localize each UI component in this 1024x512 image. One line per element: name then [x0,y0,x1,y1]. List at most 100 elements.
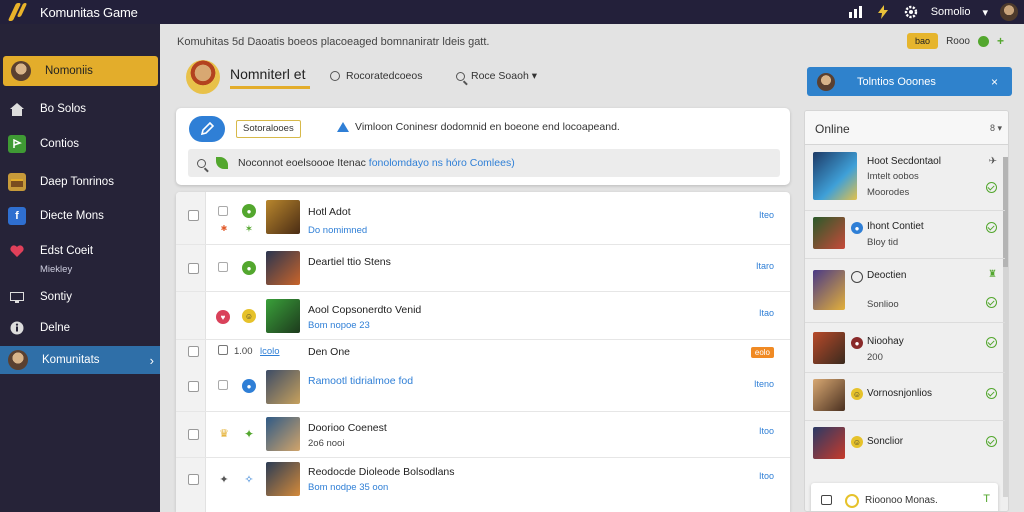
notification-banner[interactable]: Tolntios Ooones × [807,67,1012,96]
notice: Vimloon Coninesr dodomnid en boeone end … [336,121,620,133]
list-item[interactable]: ● Deartiel ttio Stens Itaro [176,245,790,292]
row-checkbox[interactable] [188,474,199,485]
game-icon[interactable]: ♜ [988,269,997,280]
list-item[interactable]: ♛ ✦ Doorioo Coenest 2o6 nooi Itoo [176,412,790,458]
brand[interactable]: Komunitas Game [8,2,138,22]
sidebar-item-edst-coeit[interactable]: Edst Coeit [0,236,160,266]
sidebar-item-daep-tonrinos[interactable]: Daep Tonrinos [0,167,160,197]
user-thumbnail [813,379,845,411]
subscribe-button[interactable]: Sotoralooes [236,120,301,138]
pin-icon: ✦ [219,473,229,486]
sidebar-item-label: Contios [40,138,79,150]
search-icon [456,71,465,81]
online-user[interactable]: ● Ihont Contiet Bloy tid [805,211,1005,259]
sprout-icon: ✦ [243,427,255,441]
group-count: 1.00 [234,346,253,357]
online-panel: Online 8 ▾ Hoot Secdontaol Imtelt oobos … [804,110,1009,512]
group-link[interactable]: lcolo [260,346,280,357]
row-action-link[interactable]: Itoo [759,471,774,481]
row-subtitle: 2o6 nooi [308,438,345,449]
row-action-link[interactable]: Itaro [756,261,774,271]
sidebar-item-sontiy[interactable]: Sontiy [0,282,160,312]
online-status-icon [977,35,989,47]
edit-button[interactable] [189,116,225,142]
search-link[interactable]: fonolomdayo ns hóro Comlees) [369,157,515,169]
sidebar-item-nomoniis[interactable]: Nomoniis [3,56,158,86]
online-user[interactable]: Hoot Secdontaol Imtelt oobos Moorodes ✈ [805,146,1005,211]
sidebar-item-bo-solos[interactable]: Bo Solos [0,94,160,124]
sidebar-item-sublabel: Miekley [40,264,73,275]
sidebar-item-diecte-mons[interactable]: f Diecte Mons [0,201,160,231]
list-item[interactable]: ✦ ✧ Reodocde Dioleode Bolsodlans Bom nod… [176,458,790,512]
avatar[interactable] [1000,3,1018,21]
user-thumbnail [813,270,845,310]
row-action-link[interactable]: Iteo [759,210,774,220]
pin-icon[interactable]: ✈ [989,156,997,167]
row-checkbox[interactable] [188,429,199,440]
sidebar-item-label: Daep Tonrinos [40,176,114,188]
close-icon[interactable]: × [991,75,998,89]
row-action-link[interactable]: Itoo [759,426,774,436]
smile-icon: ☺ [851,436,863,448]
green-flag-icon [8,135,26,153]
user-status: Sonlioo [867,299,899,310]
group-header: 1.00 lcolo Den One eolo [176,340,790,363]
lightning-icon[interactable] [875,4,891,20]
composer-card: Sotoralooes Vimloon Coninesr dodomnid en… [176,108,790,185]
chat-icon: ● [851,222,863,234]
game-thumbnail [266,370,300,404]
sidebar-item-label: Bo Solos [40,103,87,115]
online-check-icon [986,222,997,233]
add-icon[interactable]: + [997,34,1004,48]
search-icon [851,271,863,283]
sidebar-item-contios[interactable]: Contios [0,129,160,159]
tab-recent[interactable]: Rocoratedcoeos [330,70,422,82]
user-name: Nioohay [867,336,904,347]
row-checkbox[interactable] [188,381,199,392]
avatar [186,60,220,94]
social-icon: f [8,207,26,225]
heart-badge-icon: ♥ [216,310,230,324]
online-user[interactable]: ● Nioohay 200 [805,323,1005,373]
chevron-down-icon[interactable]: ▾ [982,6,988,19]
online-user[interactable]: ☺ Sonclior [805,421,1005,475]
sidebar-item-komunitats[interactable]: Komunitats › [0,346,160,374]
grid-icon [218,262,228,272]
online-filter-dropdown[interactable]: 8 ▾ [990,123,1002,134]
row-action-link[interactable]: Iteno [754,379,774,389]
sidebar-item-label: Sontiy [40,291,72,303]
chat-icon: ● [242,379,256,393]
tab-search[interactable]: Roce Soaoh ▾ [456,70,537,82]
online-user[interactable]: Deoctien Sonlioo ♜ [805,259,1005,323]
user-status: Bloy tid [867,237,899,248]
search-icon [197,158,206,168]
search-bar[interactable]: Noconnot eoelsoooe Itenac fonolomdayo ns… [188,149,780,177]
row-action-link[interactable]: Itao [759,308,774,318]
search-text-prefix: Noconnot eoelsoooe Itenac [238,157,366,169]
stats-icon[interactable] [847,4,863,20]
compose-box[interactable]: Rioonoo Monas. T [811,483,998,511]
group-title: Den One [308,346,351,358]
send-icon[interactable]: T [983,493,990,505]
gear-icon[interactable] [903,4,919,20]
sidebar-item-label: Diecte Mons [40,210,104,222]
sidebar-item-delne[interactable]: Delne [0,313,160,343]
list-item[interactable]: ✱ ● ✶ Hotl Adot Do nomimned Iteo [176,192,790,245]
online-user[interactable]: ☺ Vornosnjonlios [805,373,1005,421]
row-checkbox[interactable] [188,210,199,221]
breadcrumb: Komuhitas 5d Daoatis boeos placoeaged bo… [177,36,490,48]
leaf-badge-icon: ● [242,261,256,275]
search-input[interactable]: Noconnot eoelsoooe Itenac fonolomdayo ns… [238,157,515,169]
level-pill[interactable]: bao [907,33,939,49]
user-name[interactable]: Somolio [931,6,971,18]
list-item[interactable]: ♥ ☺ Aool Copsonerdto Venid Bom nopoe 23 … [176,292,790,340]
list-item[interactable]: ● Ramootl tidrialmoe fod Iteno [176,363,790,412]
top-right-controls: Somolio ▾ [847,0,1018,24]
emoji-icon[interactable] [845,494,859,508]
user-game: Moorodes [867,187,910,198]
row-checkbox[interactable] [188,346,199,357]
clock-icon [330,71,340,81]
row-checkbox[interactable] [188,263,199,274]
row-subtitle: Bom nodpe 35 oon [308,482,389,493]
community-list: ✱ ● ✶ Hotl Adot Do nomimned Iteo ● Deart… [176,192,790,512]
